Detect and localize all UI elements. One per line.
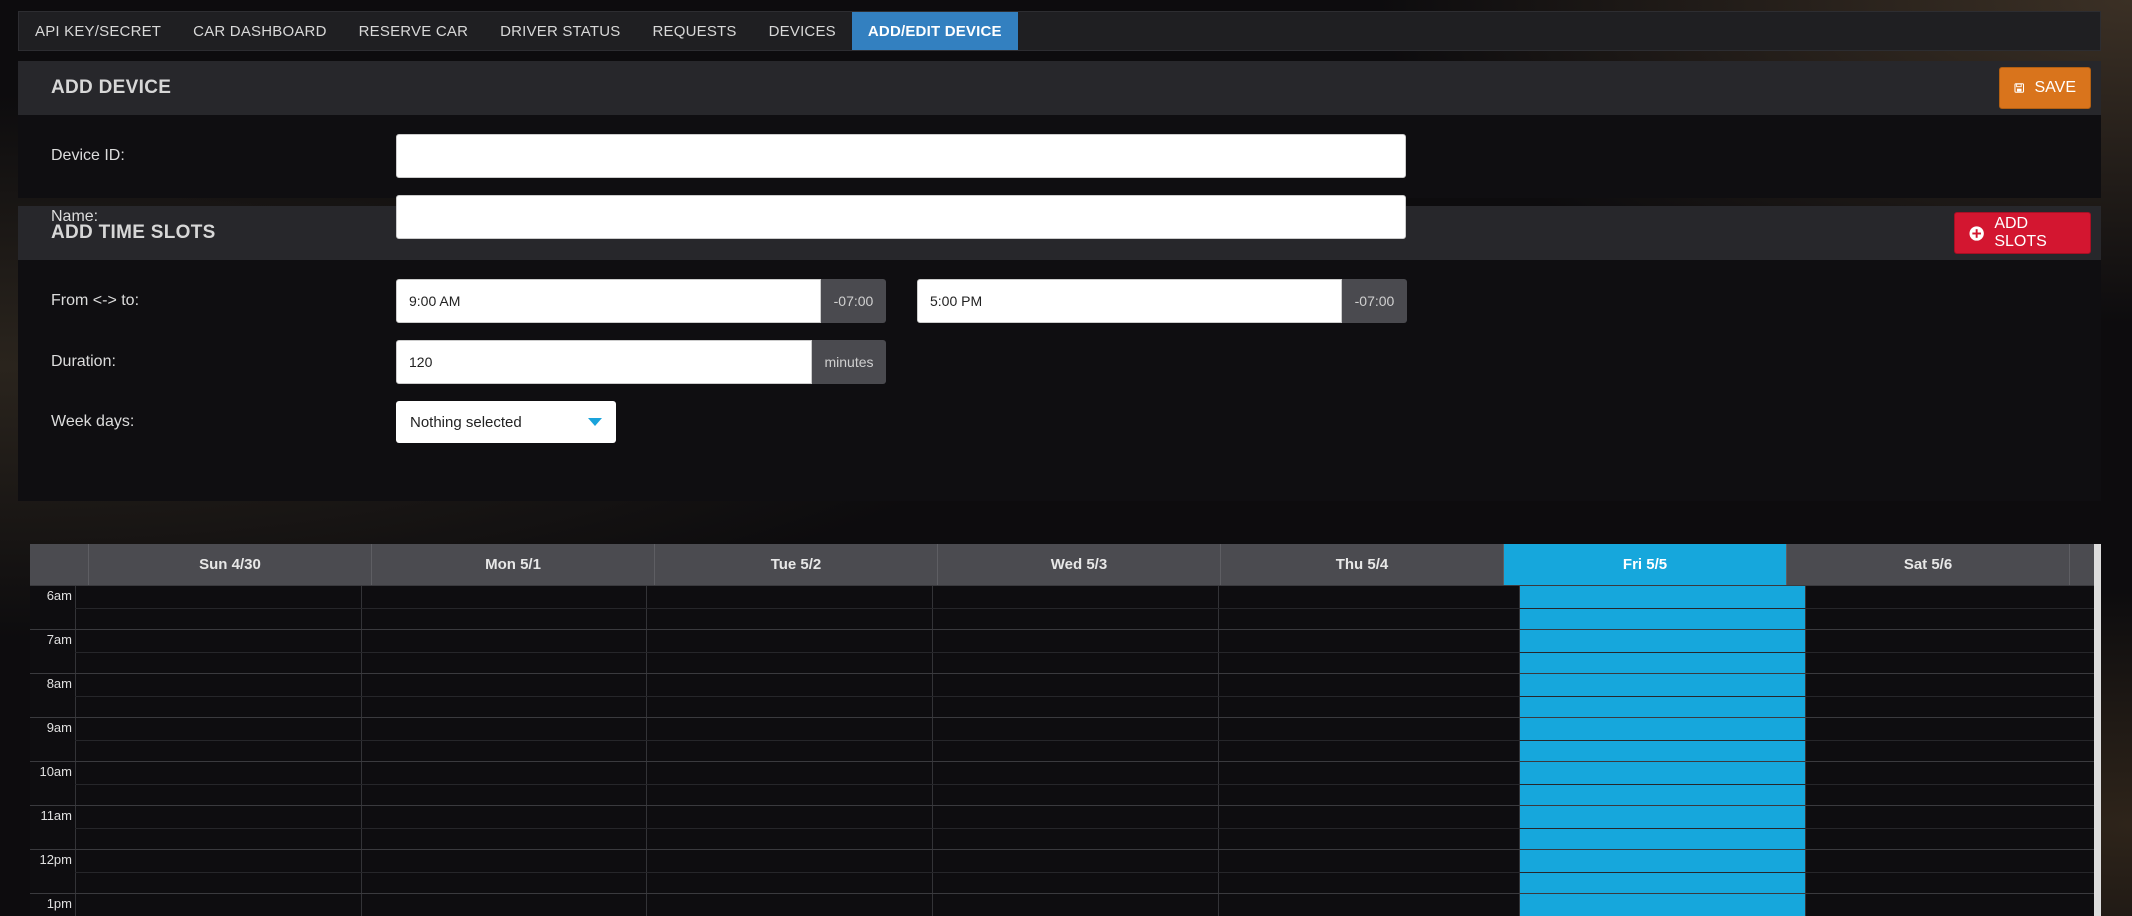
hour-label: 6am	[46, 588, 72, 603]
weekdays-row: Week days: Nothing selected	[51, 401, 2101, 443]
calendar-header: Sun 4/30 Mon 5/1 Tue 5/2 Wed 5/3 Thu 5/4…	[30, 544, 2101, 585]
save-button-label: SAVE	[2034, 79, 2077, 96]
day-header-sun[interactable]: Sun 4/30	[89, 544, 372, 585]
half-hour-line	[75, 608, 2094, 609]
floppy-disk-icon	[2014, 83, 2025, 93]
name-field[interactable]	[396, 195, 1406, 239]
plus-circle-icon	[1969, 225, 1984, 241]
day-header-fri[interactable]: Fri 5/5	[1504, 544, 1787, 585]
duration-row: Duration: 120 minutes	[51, 340, 2101, 384]
add-device-panel: ADD DEVICE SAVE Device ID: Name:	[18, 61, 2101, 239]
half-hour-line	[75, 828, 2094, 829]
device-id-label: Device ID:	[51, 147, 125, 164]
duration-unit-addon: minutes	[812, 340, 886, 384]
hour-label: 8am	[46, 676, 72, 691]
weekdays-label: Week days:	[51, 413, 135, 430]
weekdays-selected-value: Nothing selected	[410, 413, 522, 431]
hour-row: 6am	[30, 585, 2101, 629]
day-header-thu[interactable]: Thu 5/4	[1221, 544, 1504, 585]
half-hour-line	[75, 652, 2094, 653]
duration-group: 120 minutes	[396, 340, 886, 384]
tab-devices[interactable]: DEVICES	[753, 12, 852, 50]
calendar-scrollbar[interactable]	[2094, 544, 2101, 916]
hour-row: 9am	[30, 717, 2101, 761]
tab-driver-status[interactable]: DRIVER STATUS	[484, 12, 636, 50]
weekdays-select[interactable]: Nothing selected	[396, 401, 616, 443]
chevron-down-icon	[588, 418, 602, 426]
hour-label: 9am	[46, 720, 72, 735]
calendar-header-gutter	[30, 544, 89, 585]
hour-label: 12pm	[39, 852, 72, 867]
duration-input[interactable]: 120	[396, 340, 812, 384]
half-hour-line	[75, 740, 2094, 741]
hour-row: 10am	[30, 761, 2101, 805]
add-device-header: ADD DEVICE SAVE	[18, 61, 2101, 115]
from-time-group: 9:00 AM -07:00	[396, 279, 886, 323]
weekly-calendar: Sun 4/30 Mon 5/1 Tue 5/2 Wed 5/3 Thu 5/4…	[30, 544, 2101, 916]
time-slots-panel: ADD TIME SLOTS ADD SLOTS From <-> to: 9:…	[18, 206, 2101, 501]
calendar-grid[interactable]: 6am 7am 8am 9am 10am 11am 12pm 1pm	[30, 585, 2101, 916]
device-id-field[interactable]	[396, 134, 1406, 178]
from-to-label: From <-> to:	[51, 292, 140, 309]
to-time-group: 5:00 PM -07:00	[917, 279, 1407, 323]
hour-row: 12pm	[30, 849, 2101, 893]
half-hour-line	[75, 872, 2094, 873]
add-slots-label: ADD SLOTS	[1994, 215, 2047, 250]
top-nav: API KEY/SECRET CAR DASHBOARD RESERVE CAR…	[18, 11, 2101, 51]
from-time-input[interactable]: 9:00 AM	[396, 279, 821, 323]
hour-label: 1pm	[46, 896, 72, 911]
day-header-tue[interactable]: Tue 5/2	[655, 544, 938, 585]
tab-requests[interactable]: REQUESTS	[637, 12, 753, 50]
half-hour-line	[75, 696, 2094, 697]
from-to-row: From <-> to: 9:00 AM -07:00 5:00 PM -07:…	[51, 279, 2101, 323]
tab-api-key-secret[interactable]: API KEY/SECRET	[19, 12, 177, 50]
from-timezone-addon: -07:00	[821, 279, 886, 323]
add-slots-button[interactable]: ADD SLOTS	[1954, 212, 2091, 254]
day-header-sat[interactable]: Sat 5/6	[1787, 544, 2070, 585]
tab-reserve-car[interactable]: RESERVE CAR	[343, 12, 484, 50]
to-timezone-addon: -07:00	[1342, 279, 1407, 323]
hour-label: 7am	[46, 632, 72, 647]
hour-row: 11am	[30, 805, 2101, 849]
to-time-input[interactable]: 5:00 PM	[917, 279, 1342, 323]
hour-label: 10am	[39, 764, 72, 779]
tab-add-edit-device[interactable]: ADD/EDIT DEVICE	[851, 12, 1018, 50]
day-header-wed[interactable]: Wed 5/3	[938, 544, 1221, 585]
time-slots-title: ADD TIME SLOTS	[51, 222, 216, 243]
hour-row: 7am	[30, 629, 2101, 673]
duration-label: Duration:	[51, 353, 116, 370]
hour-label: 11am	[40, 808, 72, 823]
time-slots-form: From <-> to: 9:00 AM -07:00 5:00 PM -07:…	[18, 260, 2101, 443]
day-header-mon[interactable]: Mon 5/1	[372, 544, 655, 585]
device-id-row: Device ID:	[51, 134, 2101, 178]
tab-car-dashboard[interactable]: CAR DASHBOARD	[177, 12, 342, 50]
add-device-title: ADD DEVICE	[51, 77, 172, 98]
hour-row: 8am	[30, 673, 2101, 717]
save-button[interactable]: SAVE	[1999, 67, 2091, 109]
hour-row: 1pm	[30, 893, 2101, 916]
half-hour-line	[75, 784, 2094, 785]
